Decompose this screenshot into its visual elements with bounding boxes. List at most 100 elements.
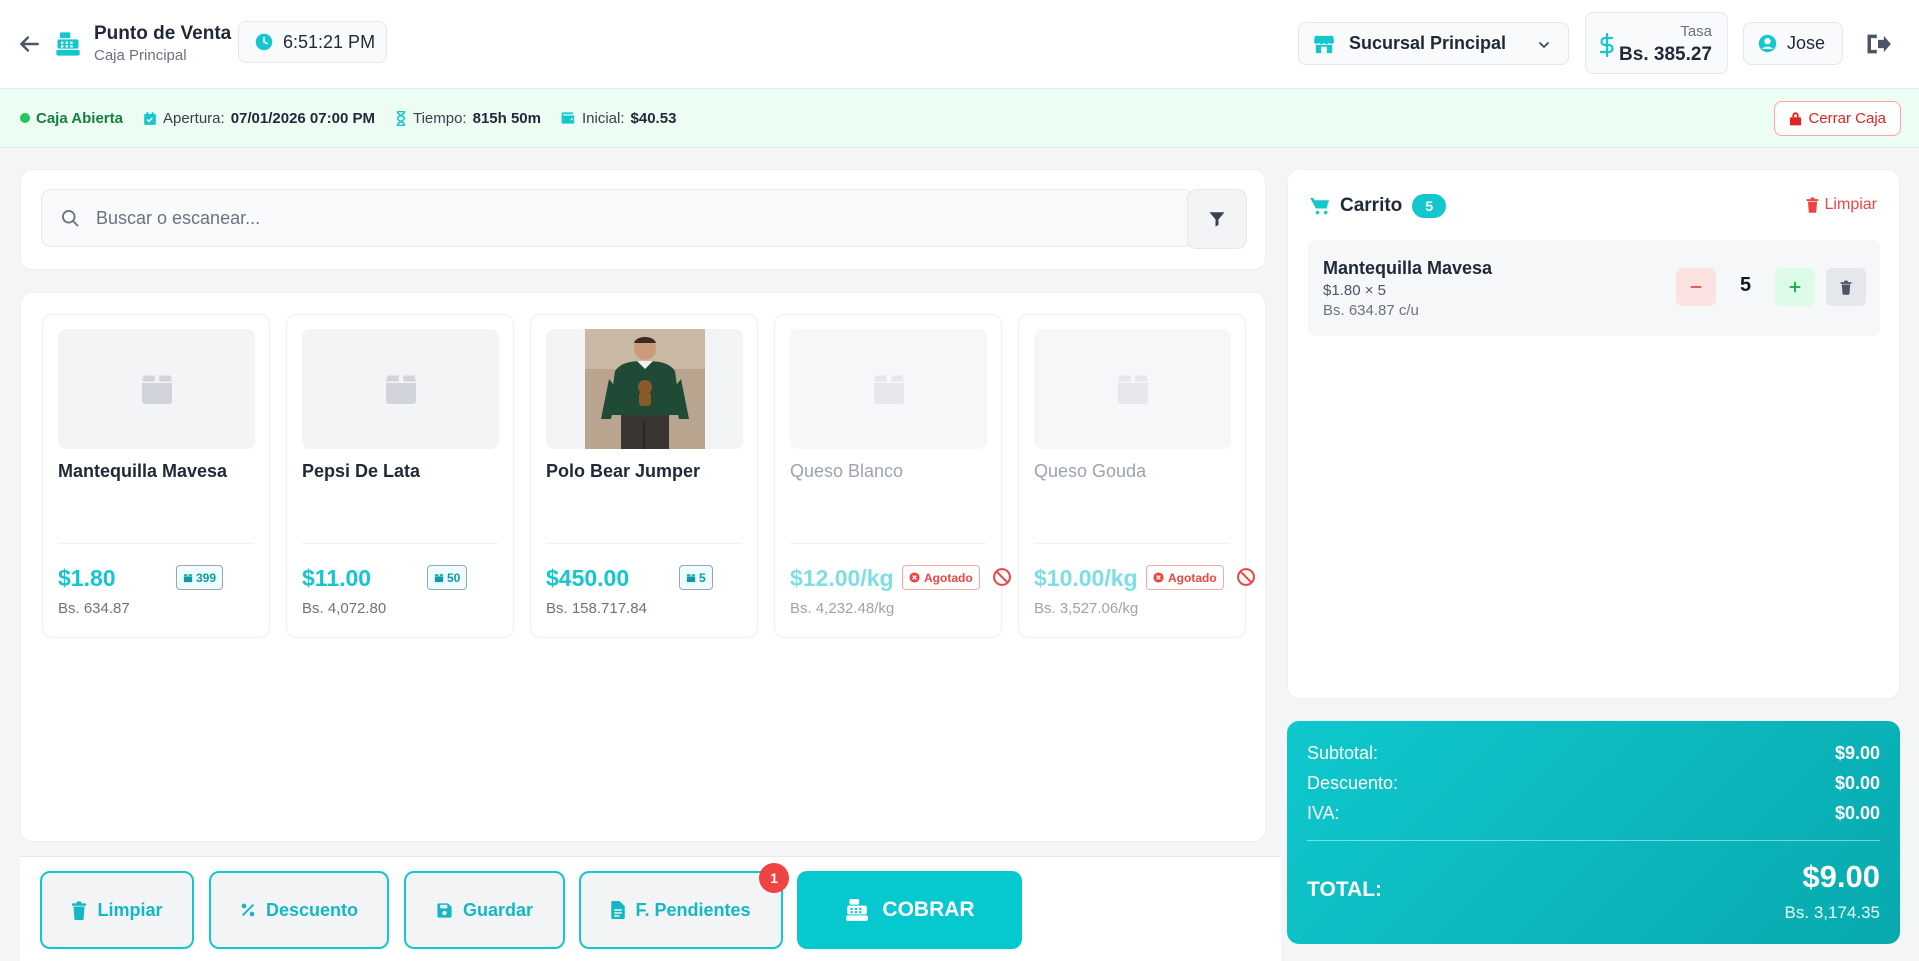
store-icon xyxy=(1314,35,1334,53)
clear-label: Limpiar xyxy=(97,899,163,920)
discount-total-label: Descuento: xyxy=(1307,773,1399,793)
discount-button[interactable]: Descuento xyxy=(209,871,389,949)
cash-register-icon xyxy=(846,899,869,921)
discount-total-value: $0.00 xyxy=(1834,773,1880,793)
product-image-placeholder xyxy=(790,329,987,449)
total-value: $9.00 xyxy=(1802,859,1880,894)
branch-select[interactable]: Sucursal Principal xyxy=(1298,22,1569,65)
action-bar: Limpiar Descuento Guardar F. Pendientes … xyxy=(20,856,1281,961)
cart-item-name: Mantequilla Mavesa xyxy=(1323,258,1493,278)
time-label: Tiempo: xyxy=(412,109,467,127)
wallet-icon xyxy=(561,112,575,124)
product-card[interactable]: Mantequilla Mavesa $1.80 399 Bs. 634.87 xyxy=(42,314,270,638)
close-cash-button[interactable]: Cerrar Caja xyxy=(1774,101,1901,136)
cart-item-line: $1.80 × 5 xyxy=(1323,282,1386,299)
out-of-stock-badge: Agotado xyxy=(1146,565,1224,590)
opening-value: 07/01/2026 07:00 PM xyxy=(230,109,375,127)
charge-label: COBRAR xyxy=(882,898,975,921)
box-icon xyxy=(686,573,696,582)
back-arrow-icon[interactable] xyxy=(16,31,42,57)
product-image-placeholder xyxy=(1034,329,1231,449)
filter-icon xyxy=(1209,212,1225,227)
search-input[interactable] xyxy=(96,207,1146,229)
product-price: $1.80 xyxy=(58,565,116,591)
box-icon xyxy=(1117,375,1148,404)
product-name: Mantequilla Mavesa xyxy=(58,461,228,481)
divider xyxy=(1034,543,1230,544)
search-box[interactable] xyxy=(41,189,1193,247)
out-of-stock-label: Agotado xyxy=(1168,570,1217,585)
rate-value: Bs. 385.27 xyxy=(1619,44,1712,65)
divider xyxy=(302,543,498,544)
plus-icon xyxy=(1789,281,1801,293)
product-price: $450.00 xyxy=(546,565,630,591)
cart-title: Carrito xyxy=(1340,195,1403,216)
cart-icon xyxy=(1310,197,1329,215)
product-card[interactable]: Polo Bear Jumper $450.00 5 Bs. 158.717.8… xyxy=(530,314,758,638)
charge-button[interactable]: COBRAR xyxy=(797,871,1022,949)
logout-icon[interactable] xyxy=(1864,30,1892,58)
product-image-placeholder xyxy=(302,329,499,449)
stock-badge: 399 xyxy=(176,565,224,590)
ban-icon xyxy=(993,568,1011,586)
subtotal-row: Subtotal: $9.00 xyxy=(1307,743,1880,764)
stock-count: 50 xyxy=(447,570,461,585)
totals-panel: Subtotal: $9.00 Descuento: $0.00 IVA: $0… xyxy=(1287,721,1900,944)
product-name: Polo Bear Jumper xyxy=(546,461,701,481)
stock-badge: 50 xyxy=(427,565,468,590)
dollar-icon xyxy=(1600,33,1614,57)
increase-quantity-button[interactable] xyxy=(1775,268,1815,306)
close-cash-label: Cerrar Caja xyxy=(1808,110,1886,127)
subtotal-value: $9.00 xyxy=(1834,743,1880,763)
rate-label: Tasa xyxy=(1680,23,1712,40)
cart-panel: Carrito 5 Limpiar Mantequilla Mavesa $1.… xyxy=(1287,169,1900,699)
filter-button[interactable] xyxy=(1187,189,1247,249)
calendar-check-icon xyxy=(144,111,156,125)
product-price-bs: Bs. 4,072.80 xyxy=(302,600,387,617)
discount-label: Descuento xyxy=(265,899,359,920)
trash-icon xyxy=(1806,197,1818,213)
product-card[interactable]: Pepsi De Lata $11.00 50 Bs. 4,072.80 xyxy=(286,314,514,638)
tax-value: $0.00 xyxy=(1834,803,1880,823)
box-icon xyxy=(183,573,193,582)
product-card-out-of-stock: Queso Blanco $12.00/kg Agotado Bs. 4,232… xyxy=(774,314,1011,638)
product-price-bs: Bs. 158.717.84 xyxy=(546,600,647,617)
x-circle-icon xyxy=(1153,572,1164,583)
product-name: Pepsi De Lata xyxy=(302,461,421,481)
exchange-rate: Tasa Bs. 385.27 xyxy=(1585,12,1728,74)
pending-invoices-button[interactable]: F. Pendientes 1 xyxy=(579,863,789,949)
box-icon xyxy=(141,375,172,404)
stock-count: 399 xyxy=(196,570,217,585)
cash-register-icon xyxy=(54,30,82,58)
user-menu-button[interactable]: Jose xyxy=(1743,22,1843,65)
cash-status: Caja Abierta xyxy=(20,110,123,127)
save-icon xyxy=(437,902,452,918)
tax-row: IVA: $0.00 xyxy=(1307,803,1880,824)
stock-count: 5 xyxy=(699,570,706,585)
divider xyxy=(790,543,986,544)
remove-item-button[interactable] xyxy=(1826,268,1866,306)
box-icon xyxy=(385,375,416,404)
product-price-bs: Bs. 634.87 xyxy=(58,600,130,617)
decrease-quantity-button[interactable] xyxy=(1676,268,1716,306)
product-price: $10.00/kg xyxy=(1034,565,1138,591)
divider xyxy=(58,543,254,544)
divider xyxy=(546,543,742,544)
cart-item: Mantequilla Mavesa $1.80 × 5 Bs. 634.87 … xyxy=(1308,240,1880,336)
out-of-stock-label: Agotado xyxy=(924,570,973,585)
subtotal-label: Subtotal: xyxy=(1307,743,1379,763)
product-photo xyxy=(546,329,743,449)
product-image-placeholder xyxy=(58,329,255,449)
percent-icon xyxy=(241,903,255,917)
lock-icon xyxy=(1790,112,1802,126)
clear-button[interactable]: Limpiar xyxy=(40,871,194,949)
divider xyxy=(1307,840,1880,841)
pending-count-badge: 1 xyxy=(759,863,789,893)
page-title: Punto de Venta xyxy=(94,23,232,44)
cart-clear-button[interactable]: Limpiar xyxy=(1806,196,1877,214)
tax-label: IVA: xyxy=(1307,803,1340,823)
clock-time: 6:51:21 PM xyxy=(283,31,376,52)
product-name: Queso Blanco xyxy=(790,461,904,481)
branch-label: Sucursal Principal xyxy=(1349,33,1507,53)
save-button[interactable]: Guardar xyxy=(404,871,565,949)
